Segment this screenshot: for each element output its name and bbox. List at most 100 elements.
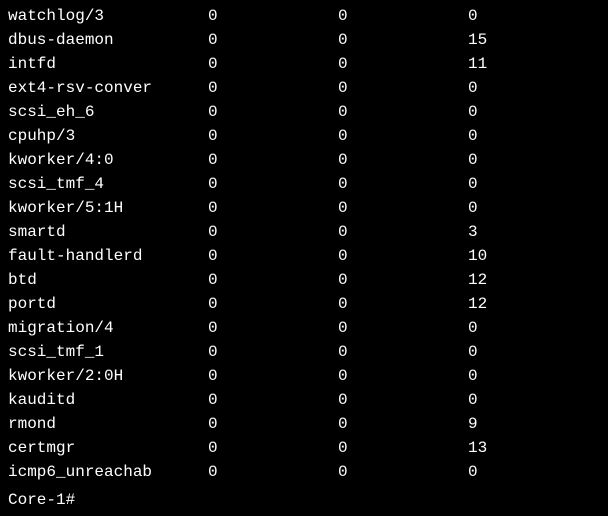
process-col-3: 13	[468, 436, 598, 460]
process-col-1: 0	[208, 148, 338, 172]
process-col-2: 0	[338, 268, 468, 292]
process-col-1: 0	[208, 4, 338, 28]
process-col-3: 0	[468, 196, 598, 220]
process-col-3: 0	[468, 4, 598, 28]
process-col-3: 0	[468, 388, 598, 412]
process-col-2: 0	[338, 244, 468, 268]
process-row: watchlog/3000	[8, 4, 600, 28]
process-col-2: 0	[338, 460, 468, 484]
process-row: kworker/5:1H000	[8, 196, 600, 220]
process-row: portd0012	[8, 292, 600, 316]
process-row: ext4-rsv-conver000	[8, 76, 600, 100]
process-name: kworker/2:0H	[8, 364, 208, 388]
process-name: scsi_tmf_4	[8, 172, 208, 196]
process-col-1: 0	[208, 292, 338, 316]
process-name: portd	[8, 292, 208, 316]
process-col-2: 0	[338, 100, 468, 124]
process-row: kworker/2:0H000	[8, 364, 600, 388]
process-col-2: 0	[338, 52, 468, 76]
process-row: dbus-daemon0015	[8, 28, 600, 52]
process-col-3: 0	[468, 364, 598, 388]
process-row: scsi_tmf_4000	[8, 172, 600, 196]
process-col-1: 0	[208, 316, 338, 340]
process-name: scsi_tmf_1	[8, 340, 208, 364]
process-col-3: 9	[468, 412, 598, 436]
process-col-1: 0	[208, 388, 338, 412]
process-name: btd	[8, 268, 208, 292]
process-col-1: 0	[208, 244, 338, 268]
process-col-1: 0	[208, 220, 338, 244]
shell-prompt[interactable]: Core-1#	[8, 488, 600, 512]
process-name: scsi_eh_6	[8, 100, 208, 124]
process-row: scsi_tmf_1000	[8, 340, 600, 364]
process-name: kworker/5:1H	[8, 196, 208, 220]
process-row: scsi_eh_6000	[8, 100, 600, 124]
process-name: kworker/4:0	[8, 148, 208, 172]
process-col-1: 0	[208, 364, 338, 388]
process-row: rmond009	[8, 412, 600, 436]
process-col-2: 0	[338, 172, 468, 196]
process-name: dbus-daemon	[8, 28, 208, 52]
process-col-1: 0	[208, 436, 338, 460]
process-col-1: 0	[208, 196, 338, 220]
prompt-text: Core-1#	[8, 488, 75, 512]
process-col-3: 0	[468, 316, 598, 340]
process-name: intfd	[8, 52, 208, 76]
process-row: kworker/4:0000	[8, 148, 600, 172]
process-row: intfd0011	[8, 52, 600, 76]
process-name: rmond	[8, 412, 208, 436]
process-col-2: 0	[338, 4, 468, 28]
process-col-2: 0	[338, 436, 468, 460]
process-row: certmgr0013	[8, 436, 600, 460]
process-col-3: 0	[468, 148, 598, 172]
process-col-1: 0	[208, 412, 338, 436]
process-col-3: 0	[468, 124, 598, 148]
process-row: smartd003	[8, 220, 600, 244]
process-col-1: 0	[208, 124, 338, 148]
process-name: certmgr	[8, 436, 208, 460]
process-row: fault-handlerd0010	[8, 244, 600, 268]
process-col-3: 3	[468, 220, 598, 244]
process-row: btd0012	[8, 268, 600, 292]
process-col-1: 0	[208, 460, 338, 484]
process-col-2: 0	[338, 220, 468, 244]
process-col-3: 0	[468, 76, 598, 100]
process-col-2: 0	[338, 412, 468, 436]
process-row: kauditd000	[8, 388, 600, 412]
process-col-3: 0	[468, 100, 598, 124]
process-col-1: 0	[208, 76, 338, 100]
process-col-2: 0	[338, 388, 468, 412]
process-col-2: 0	[338, 292, 468, 316]
process-row: migration/4000	[8, 316, 600, 340]
process-col-2: 0	[338, 76, 468, 100]
process-col-2: 0	[338, 340, 468, 364]
process-name: watchlog/3	[8, 4, 208, 28]
process-col-3: 11	[468, 52, 598, 76]
process-col-3: 12	[468, 292, 598, 316]
process-row: icmp6_unreachab000	[8, 460, 600, 484]
process-col-2: 0	[338, 316, 468, 340]
process-col-1: 0	[208, 340, 338, 364]
process-col-2: 0	[338, 124, 468, 148]
process-col-1: 0	[208, 268, 338, 292]
process-col-3: 10	[468, 244, 598, 268]
process-name: migration/4	[8, 316, 208, 340]
process-col-2: 0	[338, 148, 468, 172]
process-col-2: 0	[338, 28, 468, 52]
process-col-3: 0	[468, 340, 598, 364]
process-col-1: 0	[208, 100, 338, 124]
process-col-1: 0	[208, 172, 338, 196]
terminal-output: watchlog/3000dbus-daemon0015intfd0011ext…	[0, 0, 608, 516]
process-col-1: 0	[208, 52, 338, 76]
process-col-3: 15	[468, 28, 598, 52]
process-col-3: 0	[468, 172, 598, 196]
process-col-2: 0	[338, 364, 468, 388]
process-name: ext4-rsv-conver	[8, 76, 208, 100]
process-row: cpuhp/3000	[8, 124, 600, 148]
process-col-1: 0	[208, 28, 338, 52]
process-col-2: 0	[338, 196, 468, 220]
process-col-3: 12	[468, 268, 598, 292]
process-name: cpuhp/3	[8, 124, 208, 148]
process-name: icmp6_unreachab	[8, 460, 208, 484]
process-name: smartd	[8, 220, 208, 244]
